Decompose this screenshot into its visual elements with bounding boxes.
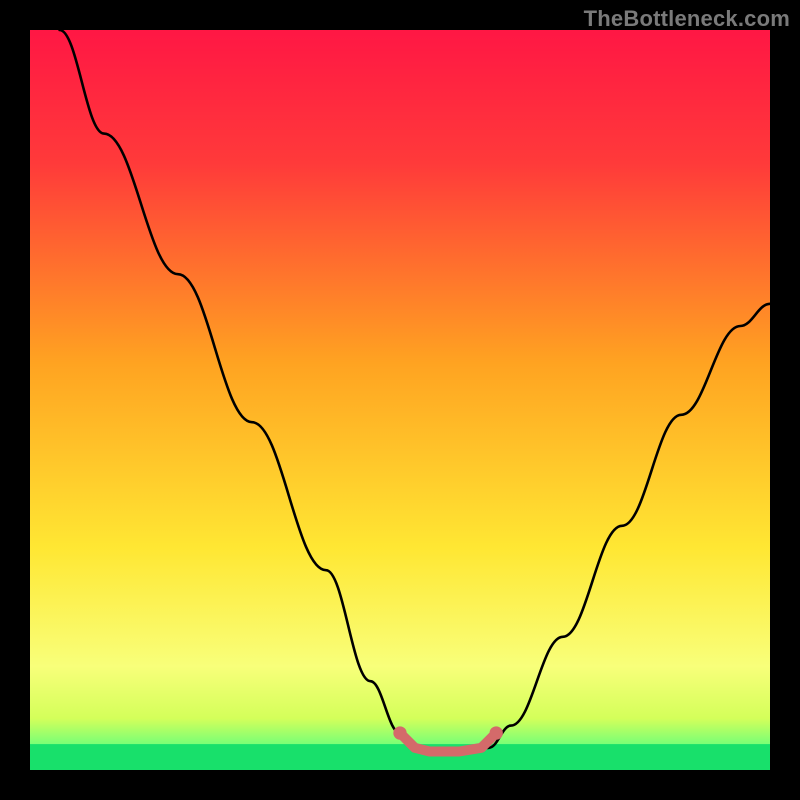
chart-frame: TheBottleneck.com [0,0,800,800]
curve-left [60,30,415,748]
valley-pad-dot-left [393,726,406,739]
bottleneck-curve [30,30,770,770]
plot-area [30,30,770,770]
valley-pad-dot-right [490,726,503,739]
watermark-text: TheBottleneck.com [584,6,790,32]
valley-pad-mark [400,733,496,752]
curve-right [489,304,770,748]
